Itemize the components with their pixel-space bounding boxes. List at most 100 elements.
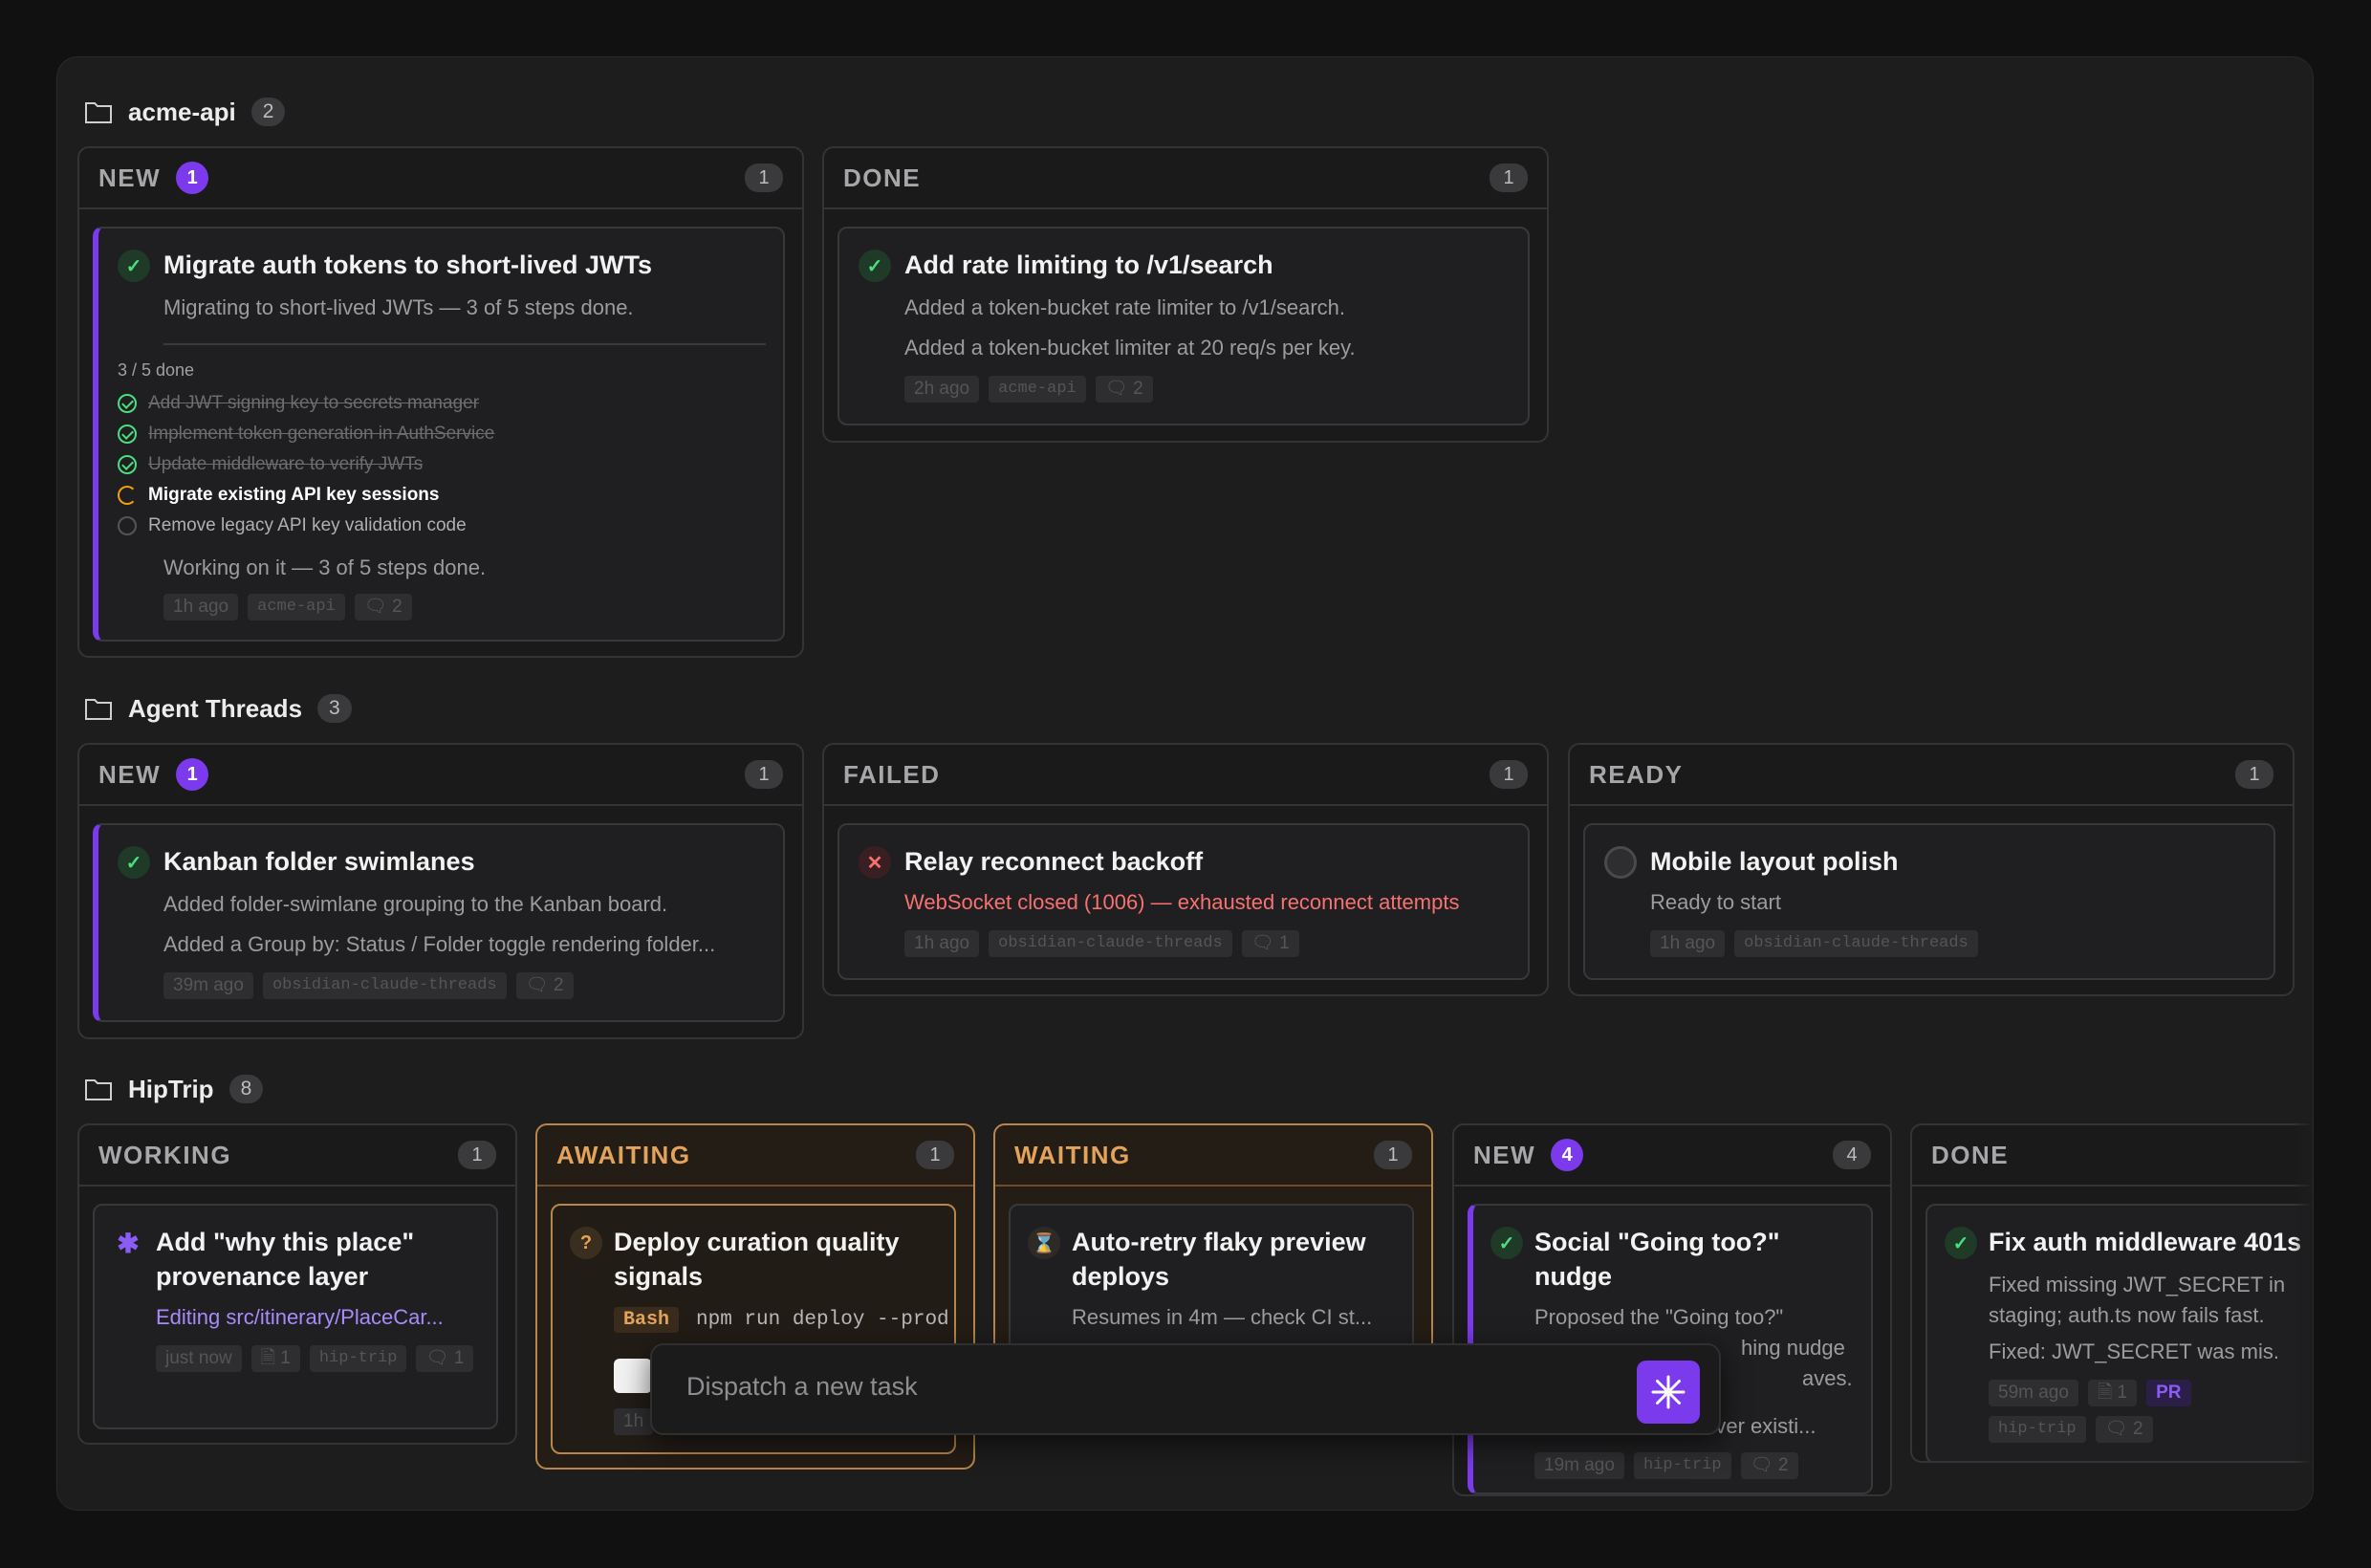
column-header[interactable]: NEW 4 4 xyxy=(1454,1125,1890,1187)
card-title: Add rate limiting to /v1/search xyxy=(904,250,1273,279)
card-summary: Added a token-bucket rate limiter to /v1… xyxy=(904,295,1346,319)
column-header[interactable]: WAITING 1 xyxy=(995,1125,1431,1187)
column-header[interactable]: DONE xyxy=(1912,1125,2313,1187)
column-count: 1 xyxy=(1490,760,1528,789)
card-title: Auto-retry flaky preview deploys xyxy=(1072,1228,1366,1291)
time-tag: 2h ago xyxy=(904,376,980,403)
task-card[interactable]: ✓ Add rate limiting to /v1/search Added … xyxy=(837,227,1530,425)
comment-icon: 🗨 xyxy=(525,975,554,995)
card-title: Kanban folder swimlanes xyxy=(163,847,475,876)
step-done-icon xyxy=(118,425,137,444)
comment-count-tag: 🗨 1 xyxy=(416,1345,474,1372)
task-card[interactable]: ✓ Kanban folder swimlanes Added folder-s… xyxy=(93,823,785,1022)
progress-label: 3 / 5 done xyxy=(118,360,195,380)
column-header[interactable]: DONE 1 xyxy=(824,148,1547,209)
column-header[interactable]: AWAITING 1 xyxy=(537,1125,973,1187)
card-summary: Added folder-swimlane grouping to the Ka… xyxy=(163,892,668,916)
comment-icon: 🗨 xyxy=(1251,933,1280,953)
column-count: 1 xyxy=(745,760,783,789)
task-card[interactable]: Mobile layout polish Ready to start 1h a… xyxy=(1583,823,2275,980)
column-ready: READY 1 Mobile layout polish Ready to st… xyxy=(1568,743,2295,996)
step-item-active: Migrate existing API key sessions xyxy=(118,485,439,506)
card-summary: Fixed missing JWT_SECRET in xyxy=(1989,1273,2286,1296)
card-status: Fixed: JWT_SECRET was mis. xyxy=(1989,1339,2279,1363)
check-icon: ✓ xyxy=(859,250,891,282)
card-summary-line: aves. xyxy=(1802,1366,1853,1390)
card-title: Migrate auth tokens to short-lived JWTs xyxy=(163,250,653,279)
file-icon: 🗎 xyxy=(2097,1383,2118,1403)
column-title: WAITING xyxy=(1014,1140,1131,1169)
scroll-fade xyxy=(2294,57,2313,1510)
pr-badge[interactable]: PR xyxy=(2146,1380,2191,1406)
dispatch-input[interactable] xyxy=(686,1372,1547,1402)
comment-icon: 🗨 xyxy=(1104,379,1134,399)
comment-icon: 🗨 xyxy=(363,597,393,617)
column-count: 1 xyxy=(1374,1141,1412,1169)
new-badge: 1 xyxy=(176,758,209,791)
card-tags: 1h ago obsidian-claude-threads xyxy=(1650,930,1978,957)
tool-badge: Bash xyxy=(614,1307,680,1333)
task-card[interactable]: ✱ Add "why this place" provenance layer … xyxy=(93,1204,498,1429)
card-summary: Ready to start xyxy=(1650,890,1781,914)
column-title: NEW xyxy=(1473,1140,1536,1169)
divider xyxy=(163,343,766,345)
check-icon: ✓ xyxy=(1945,1227,1977,1259)
column-new: NEW 1 1 ✓ Kanban folder swimlanes Added … xyxy=(77,743,804,1039)
card-title: Add "why this place" provenance layer xyxy=(156,1228,415,1291)
project-tag: obsidian-claude-threads xyxy=(1734,930,1978,957)
step-item: Add JWT signing key to secrets manager xyxy=(118,393,479,414)
group-header-acme-api[interactable]: acme-api 2 xyxy=(84,93,286,131)
column-header[interactable]: READY 1 xyxy=(1570,745,2293,806)
project-tag: obsidian-claude-threads xyxy=(262,972,507,999)
group-name: acme-api xyxy=(128,97,236,126)
column-working: WORKING 1 ✱ Add "why this place" provena… xyxy=(77,1123,517,1445)
group-header-agent-threads[interactable]: Agent Threads 3 xyxy=(84,689,352,728)
comment-icon: 🗨 xyxy=(425,1348,454,1368)
check-icon: ✓ xyxy=(118,846,150,879)
project-tag: acme-api xyxy=(989,376,1086,403)
task-card[interactable]: ✓ Fix auth middleware 401s Fixed missing… xyxy=(1925,1204,2313,1461)
column-header[interactable]: WORKING 1 xyxy=(79,1125,515,1187)
group-header-hiptrip[interactable]: HipTrip 8 xyxy=(84,1070,264,1108)
new-badge: 4 xyxy=(1551,1139,1584,1171)
column-header[interactable]: FAILED 1 xyxy=(824,745,1547,806)
column-header[interactable]: NEW 1 1 xyxy=(79,745,802,806)
x-icon: ✕ xyxy=(859,846,891,879)
project-tag: acme-api xyxy=(248,594,345,621)
check-icon: ✓ xyxy=(118,250,150,282)
card-tags: just now 🗎 1 hip-trip 🗨 1 xyxy=(156,1345,481,1372)
group-count: 3 xyxy=(317,694,352,723)
time-tag: 1h ago xyxy=(904,930,980,957)
comment-icon: 🗨 xyxy=(2104,1419,2134,1439)
comment-count-tag: 🗨 2 xyxy=(1740,1452,1798,1479)
dispatch-bar xyxy=(650,1343,1721,1435)
card-title: Deploy curation quality signals xyxy=(614,1228,900,1291)
card-summary-line: staging; auth.ts now fails fast. xyxy=(1989,1303,2265,1327)
folder-icon xyxy=(85,699,112,720)
asterisk-spinner-icon: ✱ xyxy=(117,1228,140,1258)
task-card[interactable]: ✓ Migrate auth tokens to short-lived JWT… xyxy=(93,227,785,642)
column-title: NEW xyxy=(98,759,162,789)
time-tag: just now xyxy=(156,1345,242,1372)
step-item: Update middleware to verify JWTs xyxy=(118,454,423,475)
step-done-icon xyxy=(118,455,137,474)
column-header[interactable]: NEW 1 1 xyxy=(79,148,802,209)
time-tag: 19m ago xyxy=(1534,1452,1624,1479)
card-summary: Proposed the "Going too?" xyxy=(1534,1305,1784,1329)
group-count: 2 xyxy=(250,98,286,126)
card-tags: 2h ago acme-api 🗨 2 xyxy=(904,376,1153,403)
card-tags: 1h ago acme-api 🗨 2 xyxy=(163,594,412,621)
column-title: DONE xyxy=(1931,1140,2010,1169)
approve-button[interactable] xyxy=(614,1359,652,1393)
task-card[interactable]: ✕ Relay reconnect backoff WebSocket clos… xyxy=(837,823,1530,980)
spinner-icon xyxy=(118,486,137,505)
column-count: 1 xyxy=(1490,163,1528,192)
step-item: Implement token generation in AuthServic… xyxy=(118,424,494,445)
dispatch-button[interactable] xyxy=(1637,1361,1700,1424)
time-tag: 1h ago xyxy=(163,594,239,621)
card-tags: 59m ago 🗎 1 PR hip-trip 🗨 2 xyxy=(1989,1380,2295,1443)
project-tag: hip-trip xyxy=(309,1345,407,1372)
error-message: WebSocket closed (1006) — exhausted reco… xyxy=(904,890,1460,914)
card-tags: 1h xyxy=(614,1408,654,1435)
card-summary: Resumes in 4m — check CI st... xyxy=(1072,1305,1373,1329)
